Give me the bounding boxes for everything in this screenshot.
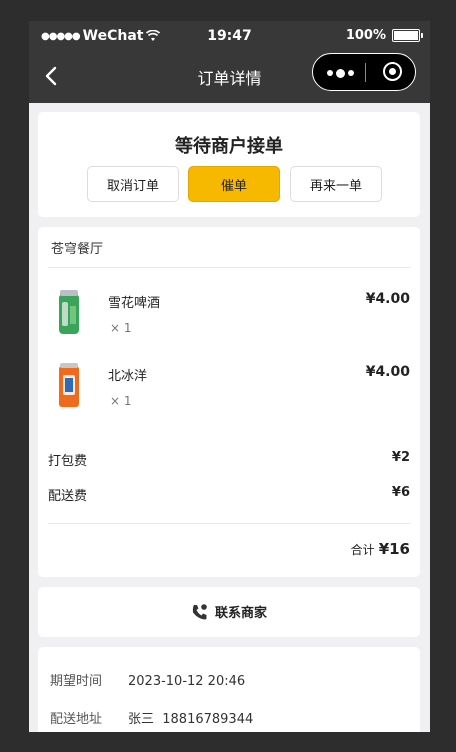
delivery-fee-value: ¥6 — [391, 485, 410, 500]
order-total: 合计 ¥16 — [351, 540, 410, 558]
shop-name: 苍穹餐厅 — [51, 242, 104, 257]
packing-fee-value: ¥2 — [391, 450, 410, 465]
status-bar: ●●●●● WeChat 19:47 100% — [29, 21, 430, 51]
divider — [48, 267, 410, 268]
divider — [48, 523, 410, 524]
item-name: 北冰洋 — [108, 369, 148, 384]
item-quantity: × 1 — [110, 321, 132, 335]
order-items-card: 苍穹餐厅 雪花啤酒 × 1 ¥4.00 北冰洋 × 1 ¥4.00 打包费 ¥2… — [38, 227, 420, 577]
top-bar: ●●●●● WeChat 19:47 100% 订单详情 — [29, 21, 430, 103]
urge-order-button[interactable]: 催单 — [188, 166, 280, 202]
capsule-divider — [365, 63, 366, 82]
close-mini-program-icon[interactable] — [383, 62, 402, 81]
item-quantity: × 1 — [110, 394, 132, 408]
delivery-address-row: 配送地址 张三 18816789344 — [50, 708, 253, 727]
reorder-button[interactable]: 再来一单 — [290, 166, 382, 202]
contact-merchant-button[interactable]: 联系商家 — [38, 602, 420, 621]
beer-can-icon — [59, 290, 79, 334]
more-menu-icon[interactable] — [327, 68, 354, 78]
item-price: ¥4.00 — [365, 291, 410, 307]
item-price: ¥4.00 — [365, 364, 410, 380]
expected-time-value: 2023-10-12 20:46 — [128, 674, 246, 689]
packing-fee-row: 打包费 ¥2 — [48, 450, 410, 469]
soda-can-icon — [59, 363, 79, 407]
delivery-address-label: 配送地址 — [50, 712, 103, 727]
packing-fee-label: 打包费 — [48, 454, 88, 469]
cancel-order-button[interactable]: 取消订单 — [87, 166, 179, 202]
nav-bar: 订单详情 — [29, 51, 430, 103]
contact-label: 联系商家 — [214, 606, 267, 621]
order-status-card: 等待商户接单 取消订单 催单 再来一单 — [38, 112, 420, 217]
delivery-fee-label: 配送费 — [48, 489, 88, 504]
contact-card: 联系商家 — [38, 587, 420, 637]
mini-program-capsule — [312, 53, 416, 91]
phone-icon — [192, 603, 207, 619]
list-item: 雪花啤酒 × 1 ¥4.00 — [48, 288, 410, 350]
battery-icon — [392, 29, 423, 42]
battery-percent: 100% — [345, 28, 386, 43]
delivery-address-value: 张三 18816789344 — [128, 712, 254, 727]
expected-time-label: 期望时间 — [50, 674, 103, 689]
battery-status: 100% — [345, 28, 423, 43]
total-label: 合计 — [350, 543, 375, 557]
delivery-fee-row: 配送费 ¥6 — [48, 485, 410, 504]
order-status-title: 等待商户接单 — [175, 136, 283, 157]
phone-screen: ●●●●● WeChat 19:47 100% 订单详情 等待商户接单 取消订单… — [29, 21, 430, 732]
delivery-info-card: 期望时间 2023-10-12 20:46 配送地址 张三 18816789344 — [38, 647, 420, 732]
list-item: 北冰洋 × 1 ¥4.00 — [48, 361, 410, 423]
item-name: 雪花啤酒 — [108, 296, 161, 311]
total-value: ¥16 — [378, 540, 410, 558]
expected-time-row: 期望时间 2023-10-12 20:46 — [50, 670, 245, 689]
